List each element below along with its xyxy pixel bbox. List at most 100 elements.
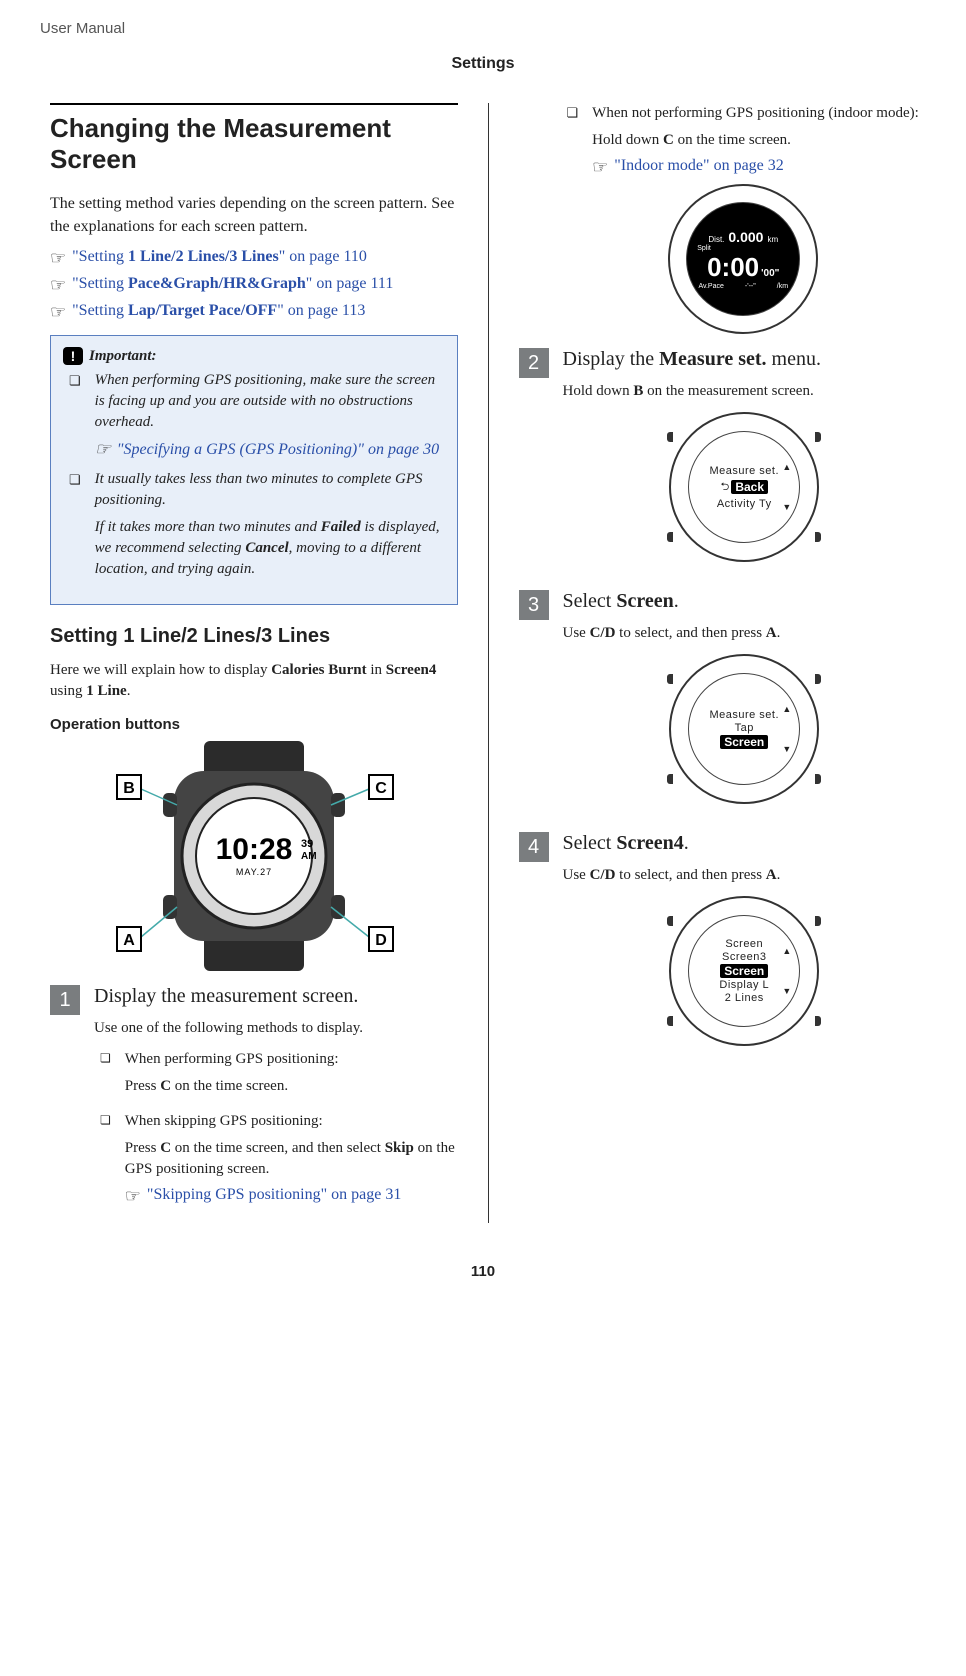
step-3: 3 Select Screen. Use C/D to select, and … bbox=[563, 590, 927, 818]
xref-line-2[interactable]: ☞ "Setting Pace&Graph/HR&Graph" on page … bbox=[50, 275, 458, 294]
dark-watch-figure: Dist. 0.000 km Split 0:00 '00" Av.Pace -… bbox=[561, 184, 927, 334]
up-arrow-icon: ▲ bbox=[782, 704, 791, 714]
step-1-body: Use one of the following methods to disp… bbox=[94, 1018, 458, 1039]
xref-skipping[interactable]: ☞ "Skipping GPS positioning" on page 31 bbox=[125, 1186, 458, 1205]
operation-buttons-heading: Operation buttons bbox=[50, 716, 458, 733]
step1-i1-body: Press C on the time screen. bbox=[125, 1076, 458, 1097]
svg-text:A: A bbox=[123, 932, 135, 949]
xref-text: "Setting Lap/Target Pace/OFF" on page 11… bbox=[72, 302, 365, 320]
rule bbox=[50, 103, 458, 105]
fig-highlight: Screen bbox=[720, 735, 768, 749]
important-item-1: When performing GPS positioning, make su… bbox=[95, 370, 445, 433]
xref-text: "Specifying a GPS (GPS Positioning)" on … bbox=[117, 439, 439, 461]
fig-header: Measure set. bbox=[709, 465, 779, 477]
fig-line1: Screen3 bbox=[722, 951, 766, 963]
doc-type-label: User Manual bbox=[40, 20, 926, 37]
dist-label: Dist. bbox=[708, 235, 724, 244]
xref-line-3[interactable]: ☞ "Setting Lap/Target Pace/OFF" on page … bbox=[50, 302, 458, 321]
svg-text:39: 39 bbox=[301, 838, 313, 850]
svg-text:10:28: 10:28 bbox=[215, 833, 292, 866]
step-1: 1 Display the measurement screen. Use on… bbox=[94, 985, 458, 1213]
step1-i3-head: When not performing GPS positioning (ind… bbox=[592, 103, 926, 124]
xref-text: "Setting 1 Line/2 Lines/3 Lines" on page… bbox=[72, 248, 367, 266]
watch-buttons-figure: 10:28 39 AM MAY.27 B A C D bbox=[50, 741, 458, 971]
column-divider bbox=[488, 103, 489, 1223]
time-main: 0:00 bbox=[707, 252, 759, 283]
down-arrow-icon: ▼ bbox=[782, 986, 791, 996]
important-callout: ! Important: ❏ When performing GPS posit… bbox=[50, 335, 458, 605]
xref-text: "Setting Pace&Graph/HR&Graph" on page 11… bbox=[72, 275, 393, 293]
important-item-2b: If it takes more than two minutes and Fa… bbox=[95, 517, 445, 580]
section-heading: Settings bbox=[40, 55, 926, 73]
fig-highlight: Screen bbox=[720, 964, 768, 978]
bullet-icon: ❏ bbox=[100, 1113, 111, 1205]
step-2: 2 Display the Measure set. menu. Hold do… bbox=[563, 348, 927, 576]
two-column-layout: Changing the Measurement Screen The sett… bbox=[40, 103, 926, 1223]
pace-value: -'--" bbox=[745, 283, 756, 290]
xref-text: "Indoor mode" on page 32 bbox=[614, 157, 783, 175]
down-arrow-icon: ▼ bbox=[782, 744, 791, 754]
pointer-icon: ☞ bbox=[50, 249, 66, 267]
up-arrow-icon: ▲ bbox=[782, 462, 791, 472]
right-column: ❏ When not performing GPS positioning (i… bbox=[519, 103, 927, 1223]
xref-text: "Skipping GPS positioning" on page 31 bbox=[147, 1186, 401, 1204]
xref-indoor[interactable]: ☞ "Indoor mode" on page 32 bbox=[592, 157, 926, 176]
pointer-icon: ☞ bbox=[50, 276, 66, 294]
svg-text:B: B bbox=[123, 780, 135, 797]
split-label: Split bbox=[697, 245, 711, 252]
fig-line4: 2 Lines bbox=[725, 992, 764, 1004]
pointer-icon: ☞ bbox=[95, 440, 111, 458]
svg-text:AM: AM bbox=[301, 851, 317, 862]
step-4: 4 Select Screen4. Use C/D to select, and… bbox=[563, 832, 927, 1060]
pointer-icon: ☞ bbox=[125, 1187, 141, 1205]
bullet-icon: ❏ bbox=[100, 1051, 111, 1103]
step1-i2-body: Press C on the time screen, and then sel… bbox=[125, 1138, 458, 1180]
step1-i1-head: When performing GPS positioning: bbox=[125, 1049, 458, 1070]
left-column: Changing the Measurement Screen The sett… bbox=[40, 103, 458, 1223]
page-title: Changing the Measurement Screen bbox=[50, 113, 458, 175]
bullet-icon: ❏ bbox=[567, 105, 579, 176]
important-label: Important: bbox=[89, 346, 157, 366]
measure-set-figure: Measure set. ▲ ⮌ Back Activity Ty ▼ bbox=[563, 412, 927, 562]
svg-text:MAY.27: MAY.27 bbox=[236, 867, 272, 877]
dist-unit: km bbox=[767, 235, 778, 244]
step-3-body: Use C/D to select, and then press A. bbox=[563, 623, 927, 644]
step-number-badge: 1 bbox=[50, 985, 80, 1015]
bullet-icon: ❏ bbox=[69, 471, 81, 586]
step-number-badge: 3 bbox=[519, 590, 549, 620]
fig-header: Screen bbox=[725, 938, 763, 950]
step-number-badge: 2 bbox=[519, 348, 549, 378]
fig-header: Measure set. bbox=[709, 709, 779, 721]
pace-unit: /km bbox=[777, 283, 788, 290]
subsection-intro: Here we will explain how to display Calo… bbox=[50, 660, 458, 702]
svg-text:C: C bbox=[375, 780, 387, 797]
screen-select-figure: Measure set. Tap ▲ Screen ▼ bbox=[563, 654, 927, 804]
pace-label: Av.Pace bbox=[698, 283, 723, 290]
alert-icon: ! bbox=[63, 347, 83, 365]
step-4-title: Select Screen4. bbox=[563, 832, 927, 855]
fig-line1: Tap bbox=[735, 722, 754, 734]
step-2-title: Display the Measure set. menu. bbox=[563, 348, 927, 371]
fig-highlight: Back bbox=[731, 480, 768, 494]
step-number-badge: 4 bbox=[519, 832, 549, 862]
up-arrow-icon: ▲ bbox=[782, 946, 791, 956]
step1-i2-head: When skipping GPS positioning: bbox=[125, 1111, 458, 1132]
step-2-body: Hold down B on the measurement screen. bbox=[563, 381, 927, 402]
svg-text:D: D bbox=[375, 932, 387, 949]
subsection-heading: Setting 1 Line/2 Lines/3 Lines bbox=[50, 625, 458, 648]
xref-gps[interactable]: ☞ "Specifying a GPS (GPS Positioning)" o… bbox=[95, 439, 445, 461]
step-1-title: Display the measurement screen. bbox=[94, 985, 458, 1008]
important-item-2a: It usually takes less than two minutes t… bbox=[95, 469, 445, 511]
fig-line3: Display L bbox=[719, 979, 769, 991]
step1-i3-body: Hold down C on the time screen. bbox=[592, 130, 926, 151]
intro-text: The setting method varies depending on t… bbox=[50, 193, 458, 238]
time-sec: '00" bbox=[761, 268, 779, 279]
back-arrow-icon: ⮌ bbox=[721, 478, 730, 497]
down-arrow-icon: ▼ bbox=[782, 502, 791, 512]
step-4-body: Use C/D to select, and then press A. bbox=[563, 865, 927, 886]
pointer-icon: ☞ bbox=[592, 158, 608, 176]
xref-line-1[interactable]: ☞ "Setting 1 Line/2 Lines/3 Lines" on pa… bbox=[50, 248, 458, 267]
bullet-icon: ❏ bbox=[69, 372, 81, 461]
screen4-select-figure: Screen Screen3 ▲ Screen Display L ▼ 2 Li… bbox=[563, 896, 927, 1046]
step-3-title: Select Screen. bbox=[563, 590, 927, 613]
